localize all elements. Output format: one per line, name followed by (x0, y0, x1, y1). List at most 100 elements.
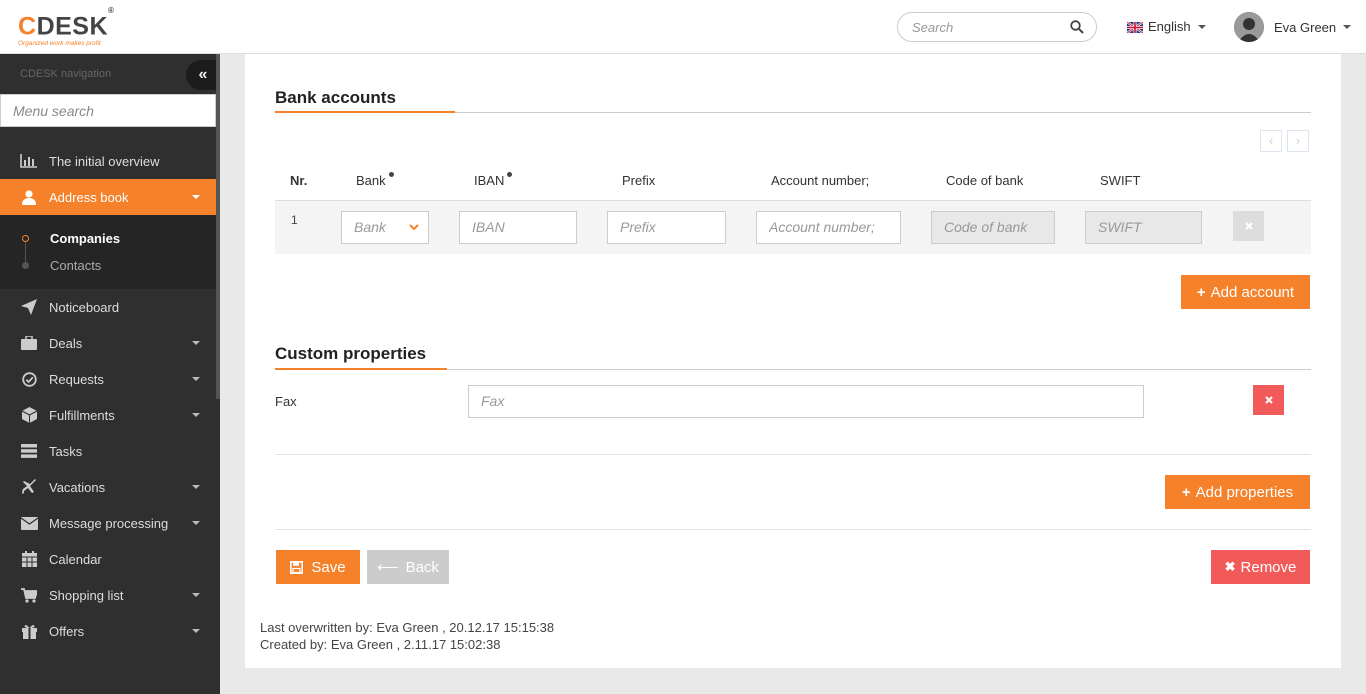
envelope-icon (20, 515, 38, 531)
close-icon (1264, 396, 1273, 404)
sidebar-item-label: Calendar (49, 551, 102, 567)
remove-fax-button[interactable] (1253, 385, 1284, 415)
sidebar-item-overview[interactable]: The initial overview (0, 143, 216, 179)
chevron-down-icon (192, 413, 200, 417)
sidebar-scrollbar[interactable] (216, 54, 220, 399)
next-page-icon[interactable]: › (1287, 130, 1309, 152)
prefix-input[interactable] (620, 219, 725, 235)
sidebar-item-tasks[interactable]: Tasks (0, 433, 216, 469)
custom-properties-title: Custom properties (275, 344, 427, 363)
column-nr: Nr. (290, 173, 308, 188)
column-code-of-bank: Code of bank (946, 173, 1024, 188)
paper-plane-icon (20, 299, 38, 315)
sidebar-subitem-contacts[interactable]: Contacts (50, 258, 101, 273)
close-icon: ✖ (1224, 559, 1236, 574)
chevron-down-icon (192, 485, 200, 489)
column-iban: IBAN (474, 172, 513, 188)
sidebar-title: CDESK navigation (20, 68, 112, 80)
sidebar-item-noticeboard[interactable]: Noticeboard (0, 289, 216, 325)
remove-button[interactable]: ✖ Remove (1211, 550, 1310, 584)
sidebar-item-label: Tasks (49, 443, 83, 459)
sidebar-item-label: Noticeboard (49, 299, 120, 315)
prev-page-icon[interactable]: ‹ (1260, 130, 1282, 152)
sidebar-item-label: Shopping list (49, 587, 124, 603)
sidebar-item-label: The initial overview (49, 153, 160, 169)
briefcase-icon (20, 335, 38, 351)
tasks-icon (20, 443, 38, 459)
column-account-number: Account number; (771, 173, 870, 188)
uk-flag-icon (1126, 21, 1144, 34)
language-label: English (1148, 19, 1191, 34)
sidebar-item-shopping-list[interactable]: Shopping list (0, 577, 216, 613)
fax-label: Fax (275, 394, 297, 409)
add-account-button[interactable]: + Add account (1181, 275, 1310, 309)
required-dot-icon (507, 172, 513, 177)
swift-field (1085, 211, 1202, 244)
bank-select[interactable]: Bank (341, 211, 429, 244)
sidebar-item-label: Message processing (49, 515, 169, 531)
arrow-left-icon: ⟵ (377, 559, 399, 576)
calendar-icon (20, 551, 38, 567)
chevron-down-icon (192, 341, 200, 345)
cube-icon (20, 407, 38, 423)
close-icon (1244, 222, 1253, 230)
sidebar-item-label: Deals (49, 335, 83, 351)
account-number-input[interactable] (769, 219, 900, 235)
fax-field[interactable] (468, 385, 1144, 418)
column-bank: Bank (356, 172, 394, 188)
sidebar-subitem-companies[interactable]: Companies (50, 231, 120, 246)
dot-icon (22, 262, 29, 269)
chevron-down-icon (192, 521, 200, 525)
required-dot-icon (388, 172, 394, 177)
menu-search-input[interactable] (1, 95, 215, 126)
chevron-down-icon (1343, 25, 1352, 29)
search-input[interactable] (912, 20, 1062, 35)
sidebar-item-vacations[interactable]: Vacations (0, 469, 216, 505)
check-circle-icon (20, 371, 38, 387)
sidebar-item-requests[interactable]: Requests (0, 361, 216, 397)
sidebar-item-address-book[interactable]: Address book (0, 179, 216, 215)
sidebar-item-deals[interactable]: Deals (0, 325, 216, 361)
sidebar-item-offers[interactable]: Offers (0, 613, 216, 649)
plus-icon: + (1196, 283, 1206, 301)
plus-icon: + (1181, 483, 1191, 501)
chevron-down-icon (409, 224, 419, 231)
floppy-disk-icon (290, 560, 304, 574)
logo[interactable]: CDESK® Organized work makes profit (18, 6, 128, 47)
swift-input (1098, 219, 1201, 235)
search-icon[interactable] (1070, 20, 1084, 37)
prefix-field[interactable] (607, 211, 726, 244)
column-swift: SWIFT (1100, 173, 1141, 188)
last-overwritten-info: Last overwritten by: Eva Green , 20.12.1… (260, 620, 555, 635)
account-number-field[interactable] (756, 211, 901, 244)
bar-chart-icon (20, 153, 38, 169)
user-menu[interactable]: Eva Green (1234, 12, 1352, 42)
save-button[interactable]: Save (276, 550, 360, 584)
column-prefix: Prefix (622, 173, 656, 188)
language-selector[interactable]: English (1126, 19, 1206, 34)
sidebar: CDESK navigation « The initial overview … (0, 54, 220, 694)
chevron-down-icon (192, 593, 200, 597)
top-bar: CDESK® Organized work makes profit Engli… (0, 0, 1366, 54)
sidebar-item-message-processing[interactable]: Message processing (0, 505, 216, 541)
iban-field[interactable] (459, 211, 577, 244)
delete-row-button[interactable] (1233, 211, 1264, 241)
fax-input[interactable] (481, 393, 1143, 409)
back-button[interactable]: ⟵ Back (367, 550, 449, 584)
sidebar-item-fulfillments[interactable]: Fulfillments (0, 397, 216, 433)
gift-icon (20, 623, 38, 639)
menu-search[interactable] (0, 94, 216, 127)
sidebar-item-calendar[interactable]: Calendar (0, 541, 216, 577)
global-search[interactable] (897, 12, 1097, 42)
sidebar-item-label: Offers (49, 623, 85, 639)
collapse-sidebar-icon[interactable]: « (186, 60, 220, 90)
sidebar-item-label: Requests (49, 371, 104, 387)
add-properties-button[interactable]: + Add properties (1165, 475, 1310, 509)
bank-accounts-title: Bank accounts (275, 88, 396, 107)
sidebar-header: CDESK navigation « (0, 54, 220, 94)
iban-input[interactable] (472, 219, 576, 235)
user-name: Eva Green (1274, 19, 1337, 35)
active-dot-icon (22, 235, 29, 242)
chevron-down-icon (192, 377, 200, 381)
cart-icon (20, 587, 38, 603)
